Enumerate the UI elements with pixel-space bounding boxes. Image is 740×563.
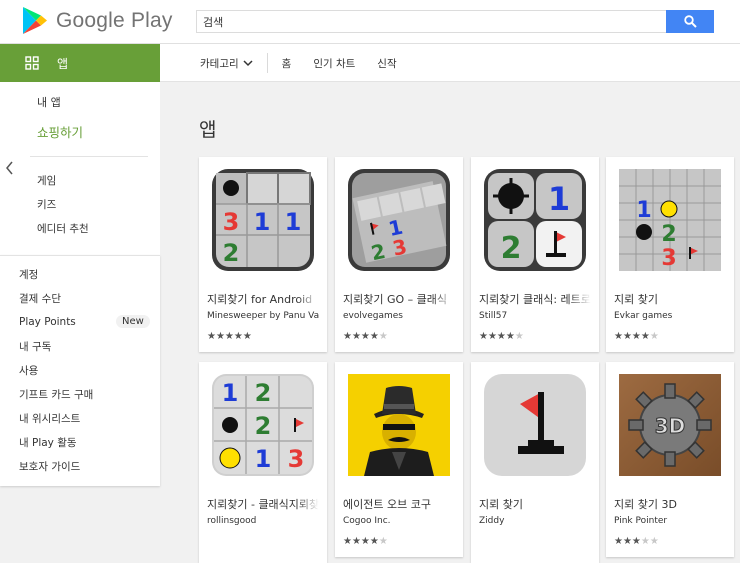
google-play-logo[interactable]: Google Play <box>22 6 173 35</box>
menu-redeem[interactable]: 사용 <box>19 363 38 378</box>
agent-app-icon <box>348 374 450 476</box>
nav-home[interactable]: 홈 <box>282 56 292 71</box>
menu-parent-guide[interactable]: 보호자 가이드 <box>19 459 80 474</box>
menu-subscriptions[interactable]: 내 구독 <box>19 339 51 354</box>
app-name: 지뢰 찾기 <box>479 496 591 512</box>
app-card[interactable]: 지뢰 찾기 Ziddy <box>471 362 599 563</box>
app-developer[interactable]: Pink Pointer <box>614 516 726 526</box>
search-icon <box>683 15 697 28</box>
app-card[interactable]: 에이전트 오브 코구 Cogoo Inc. ★★★★★ <box>335 362 463 557</box>
app-developer[interactable]: Evkar games <box>614 311 726 321</box>
svg-text:3D: 3D <box>655 414 686 438</box>
svg-text:3: 3 <box>223 208 240 236</box>
new-badge: New <box>116 315 150 328</box>
sidebar-item-shop[interactable]: 쇼핑하기 <box>37 122 83 141</box>
sidebar-item-editors-choice[interactable]: 에디터 추천 <box>37 221 89 236</box>
brand-name: Google Play <box>56 8 173 32</box>
sidebar-item-my-apps[interactable]: 내 앱 <box>37 94 61 110</box>
minesweeper-evkar-app-icon: 1 2 3 <box>619 169 721 271</box>
nav-divider <box>266 53 268 73</box>
svg-text:2: 2 <box>255 412 272 440</box>
rating-stars: ★★★★★ <box>614 331 659 342</box>
menu-account[interactable]: 계정 <box>19 267 38 282</box>
svg-text:3: 3 <box>661 246 676 271</box>
chevron-down-icon <box>243 60 253 67</box>
app-card[interactable]: 1 2 2 1 3 지뢰찾기 - 클래식지뢰찾기 rollinsgood <box>199 362 327 563</box>
svg-text:1: 1 <box>548 180 570 218</box>
rating-stars: ★★★★★ <box>207 331 252 342</box>
rating-stars: ★★★★★ <box>343 331 388 342</box>
apps-grid-icon <box>25 56 39 70</box>
sidebar-item-kids[interactable]: 키즈 <box>37 197 56 212</box>
svg-text:1: 1 <box>222 379 239 407</box>
svg-text:1: 1 <box>636 198 651 223</box>
minesweeper-classic-rollins-app-icon: 1 2 2 1 3 <box>212 374 314 476</box>
minesweeper-3d-app-icon: 3D <box>619 374 721 476</box>
search-button[interactable] <box>666 10 714 33</box>
minesweeper-classic-app-icon: 1 2 <box>484 169 586 271</box>
rating-stars: ★★★★★ <box>343 536 388 547</box>
category-dropdown[interactable]: 카테고리 <box>200 56 253 71</box>
menu-payment[interactable]: 결제 수단 <box>19 291 61 306</box>
app-name: 지뢰 찾기 3D <box>614 496 726 512</box>
app-developer[interactable]: Ziddy <box>479 516 591 526</box>
flag-app-icon <box>484 374 586 476</box>
rating-stars: ★★★★★ <box>614 536 659 547</box>
sub-navigation: 앱 카테고리 홈 인기 차트 신작 <box>0 44 740 82</box>
top-bar: Google Play <box>0 0 740 44</box>
category-label: 카테고리 <box>200 57 239 70</box>
svg-text:1: 1 <box>255 445 272 473</box>
svg-text:1: 1 <box>254 208 271 236</box>
app-card[interactable]: 1 2 지뢰찾기 클래식: 레트로 Still57 ★★★★★ <box>471 157 599 352</box>
svg-text:2: 2 <box>661 222 676 247</box>
app-developer[interactable]: Cogoo Inc. <box>343 516 455 526</box>
app-name: 지뢰찾기 - 클래식지뢰찾기 <box>207 496 319 512</box>
apps-tab[interactable]: 앱 <box>0 44 160 82</box>
minesweeper-go-app-icon: 1 2 3 <box>348 169 450 271</box>
svg-text:2: 2 <box>501 231 522 266</box>
menu-buy-gift-card[interactable]: 기프트 카드 구매 <box>19 387 93 402</box>
svg-text:3: 3 <box>288 445 305 473</box>
sidebar-item-games[interactable]: 게임 <box>37 173 56 188</box>
app-card[interactable]: 1 2 3 지뢰 찾기 Evkar games ★★★★★ <box>606 157 734 352</box>
apps-tab-label: 앱 <box>57 56 69 71</box>
nav-top-charts[interactable]: 인기 차트 <box>313 56 355 71</box>
minesweeper-app-icon: 3 1 1 2 <box>212 169 314 271</box>
app-developer[interactable]: Minesweeper by Panu Valtonen <box>207 311 319 321</box>
app-name: 지뢰찾기 for Android <box>207 291 319 307</box>
sidebar-divider <box>30 156 148 157</box>
chevron-left-icon[interactable] <box>4 160 16 176</box>
nav-new-releases[interactable]: 신작 <box>377 56 396 71</box>
app-name: 지뢰찾기 클래식: 레트로 <box>479 291 591 307</box>
search-input[interactable] <box>197 11 657 32</box>
search-box[interactable] <box>196 10 714 33</box>
svg-text:1: 1 <box>285 208 302 236</box>
app-name: 에이전트 오브 코구 <box>343 496 455 512</box>
app-developer[interactable]: Still57 <box>479 311 591 321</box>
app-card[interactable]: 1 2 3 지뢰찾기 GO – 클래식 evolvegames ★★★★★ <box>335 157 463 352</box>
menu-wishlist[interactable]: 내 위시리스트 <box>19 411 80 426</box>
play-logo-icon <box>23 7 47 34</box>
menu-play-points[interactable]: Play Points <box>19 316 76 328</box>
svg-text:2: 2 <box>223 239 240 267</box>
rating-stars: ★★★★★ <box>479 331 524 342</box>
app-card[interactable]: 3D 지뢰 찾기 3D Pink Pointer ★★★★★ <box>606 362 734 557</box>
app-name: 지뢰 찾기 <box>614 291 726 307</box>
app-card[interactable]: 3 1 1 2 지뢰찾기 for Android Minesweeper by … <box>199 157 327 352</box>
app-name: 지뢰찾기 GO – 클래식 <box>343 291 455 307</box>
app-developer[interactable]: rollinsgood <box>207 516 319 526</box>
svg-text:2: 2 <box>255 379 272 407</box>
page-title: 앱 <box>199 119 217 141</box>
app-developer[interactable]: evolvegames <box>343 311 455 321</box>
menu-play-activity[interactable]: 내 Play 활동 <box>19 435 77 450</box>
